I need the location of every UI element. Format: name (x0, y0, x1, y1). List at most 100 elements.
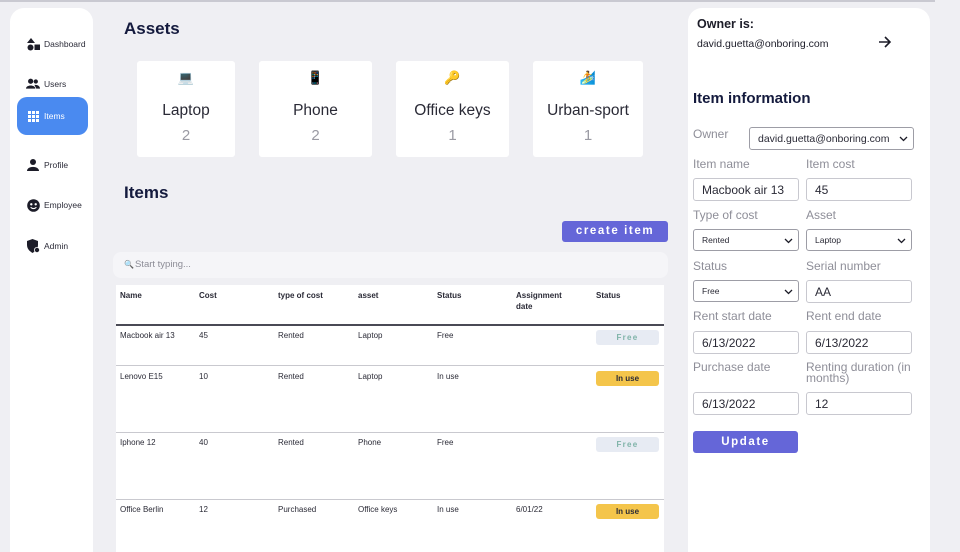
column-header[interactable]: Status (437, 290, 461, 301)
status-label: Status (693, 259, 728, 273)
users-icon (26, 77, 40, 91)
asset-card-phone[interactable]: 📱 Phone 2 (259, 61, 372, 157)
serial-number-input[interactable]: AA (806, 280, 912, 303)
item-name-input[interactable]: Macbook air 13 (693, 178, 799, 201)
create-item-button[interactable]: create item (562, 221, 668, 242)
grid-icon (26, 109, 40, 123)
sidebar-item-items[interactable]: Items (17, 97, 88, 135)
search-placeholder: Start typing... (134, 259, 191, 270)
arrow-right-icon[interactable] (878, 35, 892, 54)
items-title: Items (124, 183, 169, 202)
status-badge: Free (596, 330, 659, 345)
rent-start-date-input[interactable]: 6/13/2022 (693, 331, 799, 354)
row-divider (116, 365, 664, 366)
column-header[interactable]: asset (358, 290, 378, 301)
cell-cost: 12 (199, 505, 208, 514)
chevron-down-icon (784, 238, 793, 244)
asset-count: 1 (583, 127, 593, 144)
asset-card-office-keys[interactable]: 🔑 Office keys 1 (396, 61, 509, 157)
row-divider (116, 432, 664, 433)
chevron-down-icon (899, 134, 908, 143)
top-divider (0, 0, 935, 2)
cell-asset: Laptop (358, 372, 383, 381)
asset-name: Urban-sport (547, 102, 629, 119)
column-header[interactable]: Name (120, 290, 142, 301)
cell-type: Purchased (278, 505, 317, 514)
asset-label: Asset (806, 208, 837, 222)
item-detail-panel: Owner is: david.guetta@onboring.com Item… (688, 8, 930, 552)
renting-duration-input[interactable]: 12 (806, 392, 912, 415)
asset-select[interactable]: Laptop (806, 229, 912, 251)
asset-card-urban-sport[interactable]: 🏄 Urban-sport 1 (533, 61, 643, 157)
cell-asset: Phone (358, 438, 382, 447)
cell-type: Rented (278, 438, 304, 447)
sidebar-item-dashboard[interactable]: Dashboard (17, 25, 88, 63)
sidebar-item-profile[interactable]: Profile (17, 146, 88, 184)
owner-heading: Owner is: (697, 17, 754, 31)
asset-name: Office keys (414, 102, 491, 119)
sidebar-item-employee[interactable]: Employee (17, 186, 88, 224)
status-badge: Free (596, 437, 659, 452)
select-value: Laptop (815, 235, 841, 245)
item-name-label: Item name (693, 157, 750, 171)
asset-name: Laptop (162, 102, 210, 119)
type-of-cost-select[interactable]: Rented (693, 229, 799, 251)
sidebar-item-label: Items (44, 111, 65, 121)
serial-number-label: Serial number (806, 259, 881, 273)
item-information-title: Item information (693, 90, 811, 107)
cell-cost: 40 (199, 438, 208, 447)
search-icon: 🔍 (124, 260, 134, 269)
search-input[interactable]: 🔍Start typing... (113, 252, 668, 278)
update-button[interactable]: Update (693, 431, 798, 453)
assets-title: Assets (124, 19, 180, 38)
sidebar-item-label: Users (44, 79, 67, 89)
cell-name: Iphone 12 (120, 438, 156, 447)
face-icon (26, 198, 40, 212)
asset-card-laptop[interactable]: 💻 Laptop 2 (137, 61, 235, 157)
rent-start-date-label: Rent start date (693, 309, 772, 323)
rent-end-date-input[interactable]: 6/13/2022 (806, 331, 912, 354)
item-cost-label: Item cost (806, 157, 855, 171)
cell-name: Macbook air 13 (120, 331, 175, 340)
cell-type: Rented (278, 372, 304, 381)
cell-cost: 10 (199, 372, 208, 381)
cell-status: Free (437, 331, 454, 340)
chevron-down-icon (784, 289, 793, 295)
surfer-icon: 🏄 (579, 70, 597, 85)
owner-email: david.guetta@onboring.com (697, 38, 829, 50)
column-header[interactable]: Assignment date (516, 290, 576, 312)
sidebar-item-label: Profile (44, 160, 69, 170)
column-header[interactable]: Cost (199, 290, 217, 301)
cell-asset: Office keys (358, 505, 398, 514)
select-value: Free (702, 286, 720, 296)
cell-date: 6/01/22 (516, 505, 543, 514)
owner-select[interactable]: david.guetta@onboring.com (749, 127, 914, 150)
cell-type: Rented (278, 331, 304, 340)
items-table: Name Cost type of cost asset Status Assi… (116, 285, 664, 552)
renting-duration-label: Renting duration (in months) (806, 360, 911, 385)
purchase-date-input[interactable]: 6/13/2022 (693, 392, 799, 415)
asset-count: 2 (181, 127, 191, 144)
chevron-down-icon (897, 238, 906, 244)
select-value: Rented (702, 235, 730, 245)
purchase-date-label: Purchase date (693, 360, 771, 374)
sidebar-item-label: Dashboard (44, 39, 86, 49)
item-cost-input[interactable]: 45 (806, 178, 912, 201)
cell-cost: 45 (199, 331, 208, 340)
column-header[interactable]: Status (596, 290, 620, 301)
cell-status: In use (437, 505, 459, 514)
header-divider (116, 324, 664, 326)
sidebar-item-admin[interactable]: Admin (17, 227, 88, 265)
shapes-icon (26, 37, 40, 51)
column-header[interactable]: type of cost (278, 290, 323, 301)
laptop-icon: 💻 (177, 70, 195, 85)
rent-end-date-label: Rent end date (806, 309, 882, 323)
key-icon: 🔑 (444, 70, 461, 85)
status-badge: In use (596, 504, 659, 519)
cell-status: In use (437, 372, 459, 381)
row-divider (116, 499, 664, 500)
shield-icon (26, 239, 40, 253)
status-badge: In use (596, 371, 659, 386)
status-select[interactable]: Free (693, 280, 799, 302)
asset-count: 1 (448, 127, 457, 144)
